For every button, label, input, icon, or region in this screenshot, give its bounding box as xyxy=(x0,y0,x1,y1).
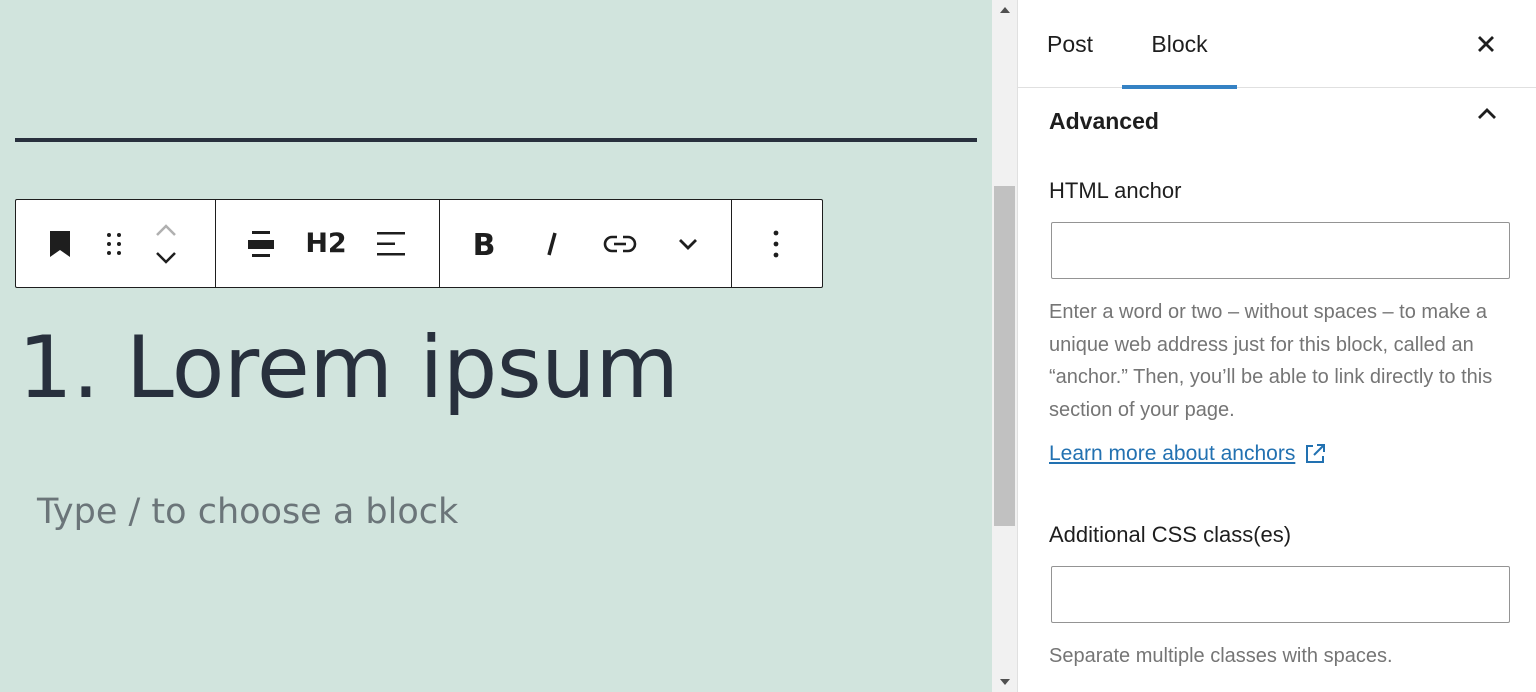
block-mover xyxy=(142,200,190,287)
drag-handle-icon xyxy=(107,232,121,255)
block-toolbar: H2 B xyxy=(15,199,823,288)
bold-button[interactable]: B xyxy=(440,200,528,287)
css-classes-help: Separate multiple classes with spaces. xyxy=(1049,645,1393,667)
text-align-icon xyxy=(377,231,405,255)
link-icon xyxy=(603,235,637,252)
chevron-down-icon xyxy=(156,251,176,264)
more-vertical-icon xyxy=(773,230,779,257)
panel-title: Advanced xyxy=(1049,107,1159,134)
align-icon xyxy=(248,230,274,257)
scroll-up-button[interactable] xyxy=(992,0,1017,20)
toolbar-group-block xyxy=(16,200,216,287)
heading-block[interactable]: 1. Lorem ipsum xyxy=(18,318,679,418)
bold-icon: B xyxy=(473,230,495,258)
move-down-button[interactable] xyxy=(154,244,178,272)
canvas-scrollbar[interactable] xyxy=(992,0,1017,692)
settings-sidebar: Post Block Advanced HTML anchor Enter a … xyxy=(1017,0,1536,692)
separator-block[interactable] xyxy=(15,138,977,142)
move-up-button[interactable] xyxy=(154,216,178,244)
learn-more-link-text: Learn more about anchors xyxy=(1049,442,1296,465)
html-anchor-help: Enter a word or two – without spaces – t… xyxy=(1049,301,1493,421)
drag-handle[interactable] xyxy=(104,200,124,287)
triangle-up-icon xyxy=(999,7,1010,13)
block-type-button[interactable] xyxy=(16,200,104,287)
toolbar-group-inline: B xyxy=(440,200,732,287)
css-classes-input[interactable] xyxy=(1051,566,1510,623)
tab-post[interactable]: Post xyxy=(1047,0,1093,88)
editor-canvas: H2 B 1. Lorem ipsum Type / to choose a b… xyxy=(0,0,992,692)
italic-icon xyxy=(547,232,557,255)
close-icon xyxy=(1478,36,1494,52)
scroll-down-button[interactable] xyxy=(992,672,1017,692)
chevron-up-icon xyxy=(1478,108,1496,119)
toolbar-group-options xyxy=(732,200,822,287)
italic-button[interactable] xyxy=(528,200,576,287)
toolbar-group-format: H2 xyxy=(216,200,440,287)
chevron-down-icon xyxy=(679,238,697,250)
bookmark-icon xyxy=(50,230,70,257)
heading-level-button[interactable]: H2 xyxy=(305,200,347,287)
learn-more-anchors-link[interactable]: Learn more about anchors xyxy=(1049,442,1327,466)
triangle-down-icon xyxy=(999,679,1010,685)
html-anchor-input[interactable] xyxy=(1051,222,1510,279)
external-link-icon xyxy=(1306,444,1326,463)
tab-block[interactable]: Block xyxy=(1122,0,1237,89)
heading-level-label: H2 xyxy=(305,228,347,259)
svg-text:B: B xyxy=(473,230,495,258)
block-appender-placeholder[interactable]: Type / to choose a block xyxy=(37,492,458,532)
text-align-button[interactable] xyxy=(346,200,436,287)
scrollbar-thumb[interactable] xyxy=(994,186,1015,526)
css-classes-label: Additional CSS class(es) xyxy=(1049,522,1292,547)
align-button[interactable] xyxy=(216,200,306,287)
html-anchor-label: HTML anchor xyxy=(1049,178,1182,203)
block-options-button[interactable] xyxy=(732,200,820,287)
chevron-up-icon xyxy=(156,223,176,236)
close-settings-button[interactable] xyxy=(1470,28,1502,60)
more-formats-button[interactable] xyxy=(664,200,712,287)
sidebar-tabs: Post Block xyxy=(1018,0,1536,89)
advanced-panel-toggle[interactable]: Advanced xyxy=(1018,89,1536,153)
link-button[interactable] xyxy=(576,200,664,287)
